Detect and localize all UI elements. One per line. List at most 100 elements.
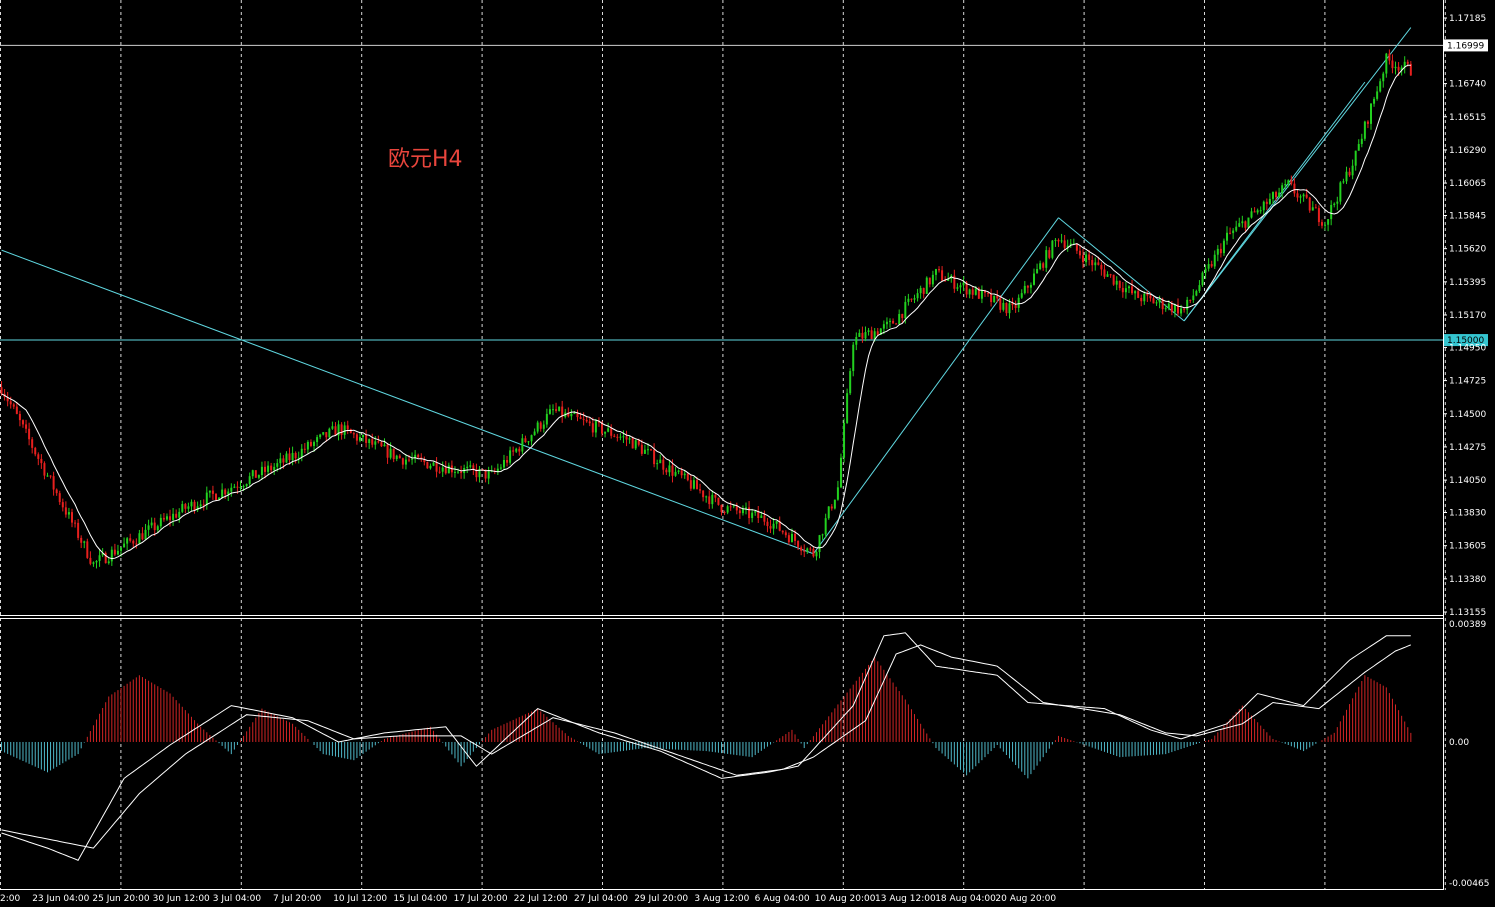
candle-body <box>1146 293 1149 296</box>
candle-body <box>126 538 129 544</box>
candle-body <box>839 457 842 488</box>
candle-body <box>708 496 711 505</box>
candle-body <box>1229 232 1232 234</box>
candle-body <box>444 467 447 474</box>
candle-body <box>61 502 64 508</box>
candle-body <box>251 470 254 477</box>
x-tick-label: 20 Aug 20:00 <box>995 894 1056 904</box>
candle-body <box>227 491 230 495</box>
candle-body <box>1100 264 1103 270</box>
candle-body <box>723 512 726 514</box>
candle-body <box>1109 274 1112 276</box>
candle-body <box>1036 268 1039 274</box>
candle-body <box>46 475 49 477</box>
candle-body <box>1327 219 1330 225</box>
candle-body <box>1026 285 1029 288</box>
candle-body <box>861 332 864 339</box>
candle-body <box>760 515 763 518</box>
candle-body <box>1351 165 1354 176</box>
candle-body <box>264 466 267 472</box>
trendline <box>1 249 814 555</box>
candle-body <box>257 475 260 478</box>
candle-body <box>699 489 702 491</box>
candle-body <box>1226 232 1229 241</box>
candle-body <box>876 331 879 335</box>
candle-body <box>971 289 974 295</box>
candle-body <box>469 465 472 467</box>
candle-body <box>1360 138 1363 145</box>
candle-body <box>1167 303 1170 309</box>
candle-body <box>331 426 334 429</box>
candle-body <box>836 487 839 500</box>
candle-body <box>1186 299 1189 310</box>
y-tick-label: 1.15395 <box>1449 278 1486 288</box>
candle-body <box>558 406 561 411</box>
candle-body <box>441 467 444 472</box>
macd-y-tick-label: -0.00465 <box>1449 879 1489 889</box>
y-tick-label: 1.13605 <box>1449 542 1486 552</box>
candle-body <box>748 507 751 519</box>
candle-body <box>110 549 113 562</box>
candle-body <box>1299 196 1302 198</box>
candle-body <box>870 330 873 340</box>
candle-body <box>107 561 110 564</box>
candle-body <box>1189 299 1192 301</box>
candle-body <box>499 467 502 469</box>
x-tick-label: 23 Jun 04:00 <box>32 894 89 904</box>
candle-body <box>509 450 512 463</box>
candle-body <box>987 292 990 294</box>
candle-body <box>502 459 505 468</box>
candle-body <box>784 532 787 536</box>
candle-body <box>769 526 772 529</box>
candle-body <box>349 429 352 434</box>
candle-body <box>132 540 135 544</box>
candle-body <box>754 511 757 513</box>
candle-body <box>1020 293 1023 298</box>
candle-body <box>931 274 934 285</box>
x-tick-label: 10 Jul 12:00 <box>333 894 387 904</box>
candle-body <box>159 517 162 527</box>
candle-body <box>383 444 386 447</box>
candle-body <box>521 438 524 452</box>
candle-body <box>1152 298 1155 304</box>
candle-body <box>889 320 892 322</box>
x-tick-label: 3 Jul 04:00 <box>213 894 262 904</box>
candle-body <box>175 513 178 518</box>
candle-body <box>1320 222 1323 226</box>
candle-body <box>959 285 962 288</box>
y-tick-label: 1.13830 <box>1449 509 1486 519</box>
candle-body <box>1336 201 1339 204</box>
y-tick-label: 1.15170 <box>1449 311 1486 321</box>
candle-body <box>368 439 371 443</box>
candle-body <box>1063 240 1066 248</box>
candle-body <box>692 480 695 489</box>
candle-body <box>686 473 689 481</box>
candle-body <box>934 269 937 275</box>
candle-body <box>824 518 827 535</box>
candle-body <box>162 517 165 520</box>
candle-body <box>1134 291 1137 294</box>
candle-body <box>190 501 193 507</box>
candle-body <box>487 470 490 479</box>
candle-body <box>1376 91 1379 99</box>
y-tick-label: 1.16065 <box>1449 179 1486 189</box>
candle-body <box>809 548 812 550</box>
candle-body <box>77 522 80 538</box>
candle-body <box>1394 66 1397 69</box>
current-price-label: 1.16999 <box>1447 41 1484 51</box>
candle-body <box>1348 171 1351 176</box>
candle-body <box>371 439 374 445</box>
candle-body <box>438 471 441 473</box>
moving-average <box>1 64 1411 560</box>
candle-body <box>67 512 70 515</box>
candle-body <box>720 504 723 513</box>
candle-body <box>1082 255 1085 263</box>
candle-body <box>242 486 245 488</box>
candlesticks <box>0 49 1412 569</box>
candle-body <box>64 507 67 515</box>
candle-body <box>447 465 450 474</box>
candle-body <box>89 557 92 564</box>
candle-body <box>411 458 414 460</box>
candle-body <box>184 504 187 509</box>
candle-body <box>619 436 622 438</box>
